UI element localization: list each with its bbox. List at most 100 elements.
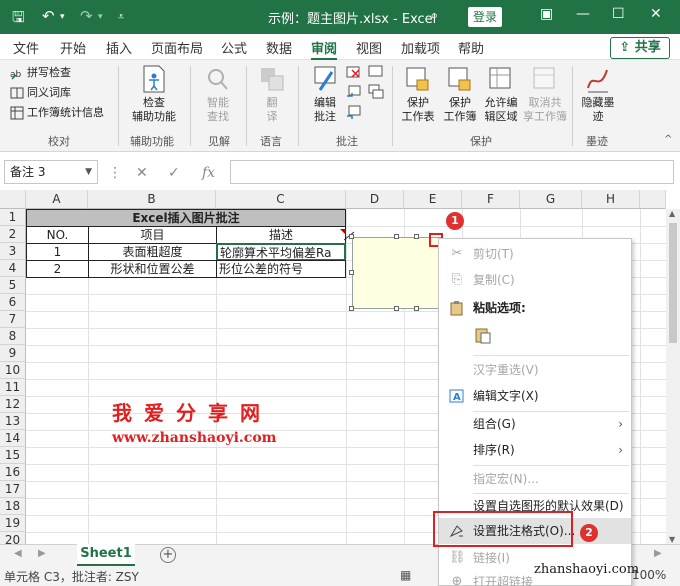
previous-comment-icon[interactable] (346, 84, 362, 102)
prev-sheet-icon[interactable]: ◀ (14, 548, 22, 559)
edit-comment-button[interactable]: 编辑 批注 (304, 64, 346, 124)
select-all-corner[interactable] (0, 190, 26, 209)
tab-help[interactable]: 帮助 (458, 38, 484, 57)
row-header[interactable]: 11 (0, 379, 26, 396)
row-header[interactable]: 16 (0, 464, 26, 481)
customize-quick-access-icon[interactable]: ⩡ (118, 10, 124, 24)
scroll-up-icon[interactable]: ▲ (669, 209, 675, 218)
column-header-e[interactable]: E (404, 190, 462, 209)
row-header[interactable]: 15 (0, 447, 26, 464)
row-header[interactable]: 17 (0, 481, 26, 498)
header-cell-no[interactable]: NO. (26, 226, 89, 244)
show-comment-icon[interactable] (368, 64, 384, 82)
table-title-cell[interactable]: Excel插入图片批注 (26, 209, 346, 227)
cancel-icon[interactable]: ✕ (136, 165, 148, 181)
close-icon[interactable]: ✕ (650, 6, 662, 22)
row-header[interactable]: 9 (0, 345, 26, 362)
scroll-right-icon[interactable]: ▶ (654, 548, 662, 559)
row-header[interactable]: 13 (0, 413, 26, 430)
row-header[interactable]: 10 (0, 362, 26, 379)
normal-view-icon[interactable]: ▦ (400, 568, 411, 582)
menu-item-reconvert[interactable]: 汉字重选(V) (439, 357, 631, 383)
insert-function-icon[interactable]: fx (202, 165, 215, 181)
tab-review[interactable]: 审阅 (311, 38, 338, 60)
resize-handle[interactable] (394, 306, 399, 311)
vertical-scrollbar[interactable]: ▲ ▼ (666, 209, 680, 544)
menu-item-edit-text[interactable]: A 编辑文字(X) (439, 383, 631, 409)
column-header-g[interactable]: G (520, 190, 582, 209)
add-sheet-icon[interactable]: + (160, 547, 176, 563)
resize-handle[interactable] (349, 306, 354, 311)
allow-edit-ranges-button[interactable]: 允许编 辑区域 (480, 64, 522, 124)
show-all-comments-icon[interactable] (368, 84, 384, 102)
table-cell[interactable]: 1 (26, 243, 89, 261)
row-header[interactable]: 20 (0, 532, 26, 544)
table-cell[interactable]: 形位公差的符号 (216, 260, 346, 278)
row-header[interactable]: 18 (0, 498, 26, 515)
enter-icon[interactable]: ✓ (168, 165, 180, 181)
workbook-stats-button[interactable]: 工作簿统计信息 (10, 104, 104, 122)
collapse-ribbon-icon[interactable]: ^ (664, 134, 672, 145)
row-header[interactable]: 6 (0, 294, 26, 311)
chevron-down-icon[interactable]: ▼ (85, 161, 92, 183)
protect-sheet-button[interactable]: 保护 工作表 (398, 64, 438, 124)
column-header-c[interactable]: C (216, 190, 346, 209)
menu-item-copy[interactable]: ⎘ 复制(C) (439, 267, 631, 293)
redo-icon[interactable]: ↷ (80, 7, 93, 25)
undo-dropdown-icon[interactable]: ▾ (60, 12, 65, 22)
tab-data[interactable]: 数据 (266, 38, 292, 57)
paste-option-icon[interactable] (473, 325, 493, 345)
share-button[interactable]: ⇪ 共享 (610, 37, 670, 59)
tab-home[interactable]: 开始 (60, 38, 86, 57)
tab-page-layout[interactable]: 页面布局 (151, 38, 203, 57)
resize-handle[interactable] (414, 306, 419, 311)
resize-handle[interactable] (414, 234, 419, 239)
check-accessibility-button[interactable]: 检查 辅助功能 (124, 64, 184, 124)
scrollbar-thumb[interactable] (669, 223, 677, 343)
comment-box[interactable] (352, 237, 442, 309)
undo-icon[interactable]: ↶ (42, 7, 55, 25)
resize-handle[interactable] (394, 234, 399, 239)
protect-workbook-button[interactable]: 保护 工作簿 (440, 64, 480, 124)
ribbon-display-icon[interactable]: ▣ (540, 6, 553, 22)
minimize-icon[interactable]: — (576, 6, 590, 22)
row-header[interactable]: 1 (0, 209, 26, 226)
login-button[interactable]: 登录 (468, 7, 502, 27)
header-cell-desc[interactable]: 描述 (216, 226, 346, 244)
next-comment-icon[interactable] (346, 104, 362, 122)
hide-ink-button[interactable]: 隐藏墨 迹 (576, 64, 620, 124)
header-cell-item[interactable]: 项目 (88, 226, 217, 244)
row-header[interactable]: 12 (0, 396, 26, 413)
table-cell[interactable]: 2 (26, 260, 89, 278)
tab-insert[interactable]: 插入 (106, 38, 132, 57)
resize-handle[interactable] (349, 234, 354, 239)
row-header[interactable]: 5 (0, 277, 26, 294)
row-header[interactable]: 19 (0, 515, 26, 532)
selected-cell-c3[interactable]: 轮廓算术平均偏差Ra (216, 243, 346, 261)
column-header-h[interactable]: H (582, 190, 640, 209)
tab-addins[interactable]: 加载项 (401, 38, 440, 57)
translate-button[interactable]: 翻 译 (252, 64, 292, 124)
column-header-f[interactable]: F (462, 190, 520, 209)
save-icon[interactable]: 🖫 (12, 7, 25, 32)
menu-item-order[interactable]: 排序(R) › (439, 437, 631, 463)
maximize-icon[interactable]: ☐ (612, 6, 625, 22)
column-header-b[interactable]: B (88, 190, 216, 209)
name-box[interactable]: 备注 3 ▼ (4, 160, 98, 184)
row-header[interactable]: 2 (0, 226, 26, 243)
resize-handle[interactable] (349, 270, 354, 275)
column-header-a[interactable]: A (26, 190, 88, 209)
column-header-d[interactable]: D (346, 190, 404, 209)
spelling-button[interactable]: ab拼写检查 (10, 64, 71, 82)
redo-dropdown-icon[interactable]: ▾ (98, 12, 103, 22)
table-cell[interactable]: 表面粗超度 (88, 243, 217, 261)
row-header[interactable]: 3 (0, 243, 26, 260)
unshare-workbook-button[interactable]: 取消共 享工作簿 (522, 64, 568, 124)
smart-lookup-button[interactable]: 智能 查找 (196, 64, 240, 124)
next-sheet-icon[interactable]: ▶ (38, 548, 46, 559)
row-header[interactable]: 4 (0, 260, 26, 277)
menu-item-cut[interactable]: ✂ 剪切(T) (439, 241, 631, 267)
delete-comment-icon[interactable] (346, 64, 362, 82)
formula-input[interactable] (230, 160, 674, 184)
thesaurus-button[interactable]: 同义词库 (10, 84, 71, 102)
